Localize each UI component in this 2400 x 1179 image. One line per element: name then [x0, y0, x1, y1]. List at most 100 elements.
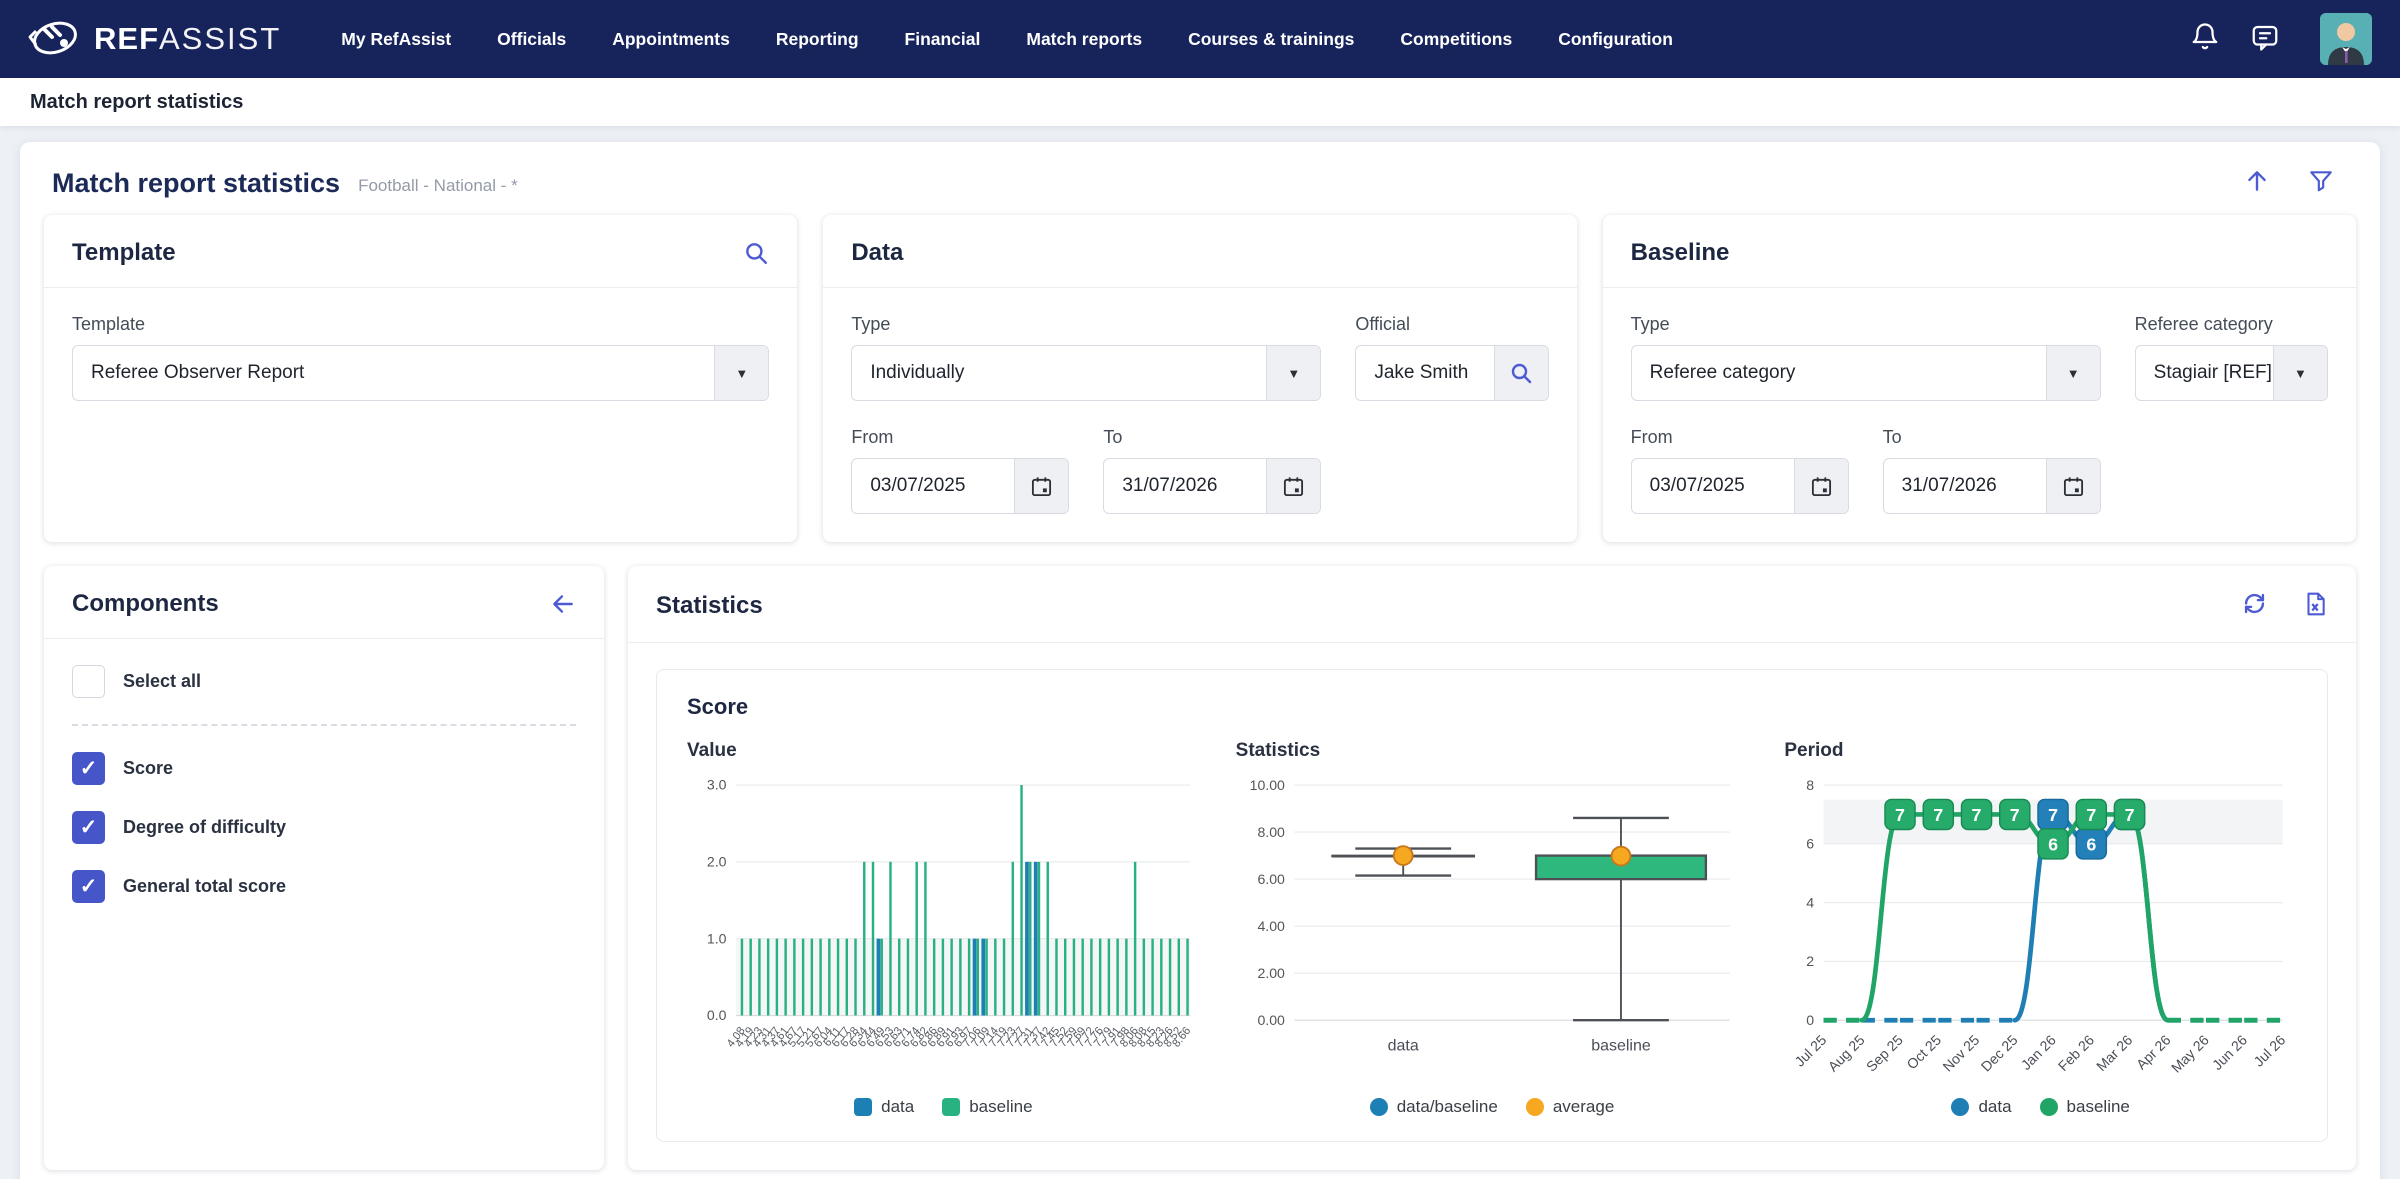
nav-item-officials[interactable]: Officials	[497, 29, 566, 50]
data-to-date[interactable]: 31/07/2026	[1103, 458, 1321, 514]
baseline-category-select[interactable]: Stagiair [REF] ▼	[2135, 345, 2328, 401]
value-chart-title: Value	[687, 740, 1200, 762]
template-field-label: Template	[72, 314, 769, 335]
components-panel-title: Components	[72, 590, 219, 618]
svg-text:4: 4	[1807, 894, 1815, 910]
search-icon[interactable]	[1494, 346, 1548, 400]
template-select[interactable]: Referee Observer Report ▼	[72, 345, 769, 401]
calendar-icon[interactable]	[1794, 459, 1848, 513]
components-panel: Components Select all ✓Score ✓Degree of d…	[44, 566, 604, 1170]
baseline-type-label: Type	[1631, 314, 2101, 335]
svg-text:7: 7	[2048, 805, 2058, 825]
baseline-from-date[interactable]: 03/07/2025	[1631, 458, 1849, 514]
svg-text:1.0: 1.0	[707, 930, 727, 946]
svg-text:Mar 26: Mar 26	[2093, 1032, 2135, 1074]
data-type-select[interactable]: Individually ▼	[851, 345, 1321, 401]
svg-text:Jan 26: Jan 26	[2018, 1032, 2059, 1073]
period-chart-title: Period	[1784, 740, 2297, 762]
legend-average: average	[1526, 1097, 1614, 1117]
data-panel: Data Type Individually ▼ Official Jake	[823, 215, 1576, 542]
checkbox-checked[interactable]: ✓	[72, 752, 105, 785]
export-excel-icon[interactable]	[2302, 591, 2328, 622]
svg-text:7: 7	[1934, 805, 1944, 825]
nav-item-my-refassist[interactable]: My RefAssist	[341, 29, 451, 50]
svg-text:Dec 25: Dec 25	[1978, 1032, 2021, 1075]
data-to-label: To	[1103, 427, 1321, 448]
svg-text:Jun 26: Jun 26	[2209, 1032, 2250, 1073]
select-all-checkbox[interactable]: Select all	[72, 665, 576, 698]
data-official-input[interactable]: Jake Smith	[1355, 345, 1548, 401]
calendar-icon[interactable]	[2046, 459, 2100, 513]
baseline-to-date[interactable]: 31/07/2026	[1883, 458, 2101, 514]
template-panel-title: Template	[72, 239, 176, 267]
nav-item-financial[interactable]: Financial	[905, 29, 981, 50]
svg-text:Aug 25: Aug 25	[1825, 1032, 1868, 1075]
nav-item-match-reports[interactable]: Match reports	[1026, 29, 1142, 50]
statistics-box-plot[interactable]: 0.002.004.006.008.0010.00databaseline	[1236, 770, 1749, 1095]
chevron-down-icon: ▼	[714, 346, 768, 400]
collapse-left-icon[interactable]	[550, 591, 576, 617]
nav-item-appointments[interactable]: Appointments	[612, 29, 730, 50]
bell-icon[interactable]	[2190, 22, 2220, 57]
legend-data: data	[854, 1097, 914, 1117]
baseline-type-select[interactable]: Referee category ▼	[1631, 345, 2101, 401]
calendar-icon[interactable]	[1266, 459, 1320, 513]
svg-text:0.00: 0.00	[1257, 1012, 1285, 1028]
filter-icon[interactable]	[2308, 168, 2334, 199]
checkbox-checked[interactable]: ✓	[72, 870, 105, 903]
legend-data-baseline: data/baseline	[1370, 1097, 1498, 1117]
component-checkbox-degree-of-difficulty[interactable]: ✓Degree of difficulty	[72, 811, 576, 844]
statistics-chart-title: Statistics	[1236, 740, 1749, 762]
refresh-icon[interactable]	[2241, 590, 2268, 622]
svg-text:0.0: 0.0	[707, 1007, 727, 1023]
svg-text:6: 6	[2048, 834, 2058, 854]
component-checkbox-general-total-score[interactable]: ✓General total score	[72, 870, 576, 903]
svg-text:7: 7	[2087, 805, 2097, 825]
statistics-chart-legend: data/baseline average	[1236, 1097, 1749, 1117]
chat-icon[interactable]	[2250, 22, 2280, 57]
data-from-date[interactable]: 03/07/2025	[851, 458, 1069, 514]
chevron-down-icon: ▼	[1266, 346, 1320, 400]
period-chart-legend: databaseline	[1784, 1097, 2297, 1117]
page-title: Match report statistics	[52, 168, 340, 199]
score-section-title: Score	[687, 694, 2297, 720]
svg-text:7: 7	[2125, 805, 2135, 825]
svg-text:Oct 25: Oct 25	[1904, 1032, 1945, 1073]
chevron-down-icon: ▼	[2273, 346, 2327, 400]
period-line-chart[interactable]: 02468Jul 25Aug 25Sep 25Oct 25Nov 25Dec 2…	[1784, 770, 2297, 1095]
brand-name: REFASSIST	[94, 21, 281, 57]
svg-text:Jul 26: Jul 26	[2251, 1032, 2289, 1070]
nav-item-configuration[interactable]: Configuration	[1558, 29, 1673, 50]
nav-item-courses-trainings[interactable]: Courses & trainings	[1188, 29, 1354, 50]
svg-text:8.00: 8.00	[1257, 824, 1285, 840]
brand-logo[interactable]: REFASSIST	[28, 17, 281, 62]
scroll-up-icon[interactable]	[2244, 168, 2270, 199]
page-subtitle: Football - National - *	[358, 176, 518, 196]
baseline-panel-title: Baseline	[1631, 239, 1730, 267]
svg-text:Feb 26: Feb 26	[2055, 1032, 2097, 1074]
value-bar-chart[interactable]: 0.01.02.03.04.084.194.234.314.374.614.67…	[687, 770, 1200, 1095]
svg-text:Apr 26: Apr 26	[2133, 1032, 2174, 1073]
statistics-chart-block: Statistics 0.002.004.006.008.0010.00data…	[1236, 740, 1749, 1117]
checkbox-unchecked[interactable]	[72, 665, 105, 698]
nav-items: My RefAssist Officials Appointments Reporti…	[341, 29, 2190, 50]
svg-text:0: 0	[1807, 1012, 1815, 1028]
period-chart-block: Period 02468Jul 25Aug 25Sep 25Oct 25Nov …	[1784, 740, 2297, 1117]
svg-text:Sep 25: Sep 25	[1863, 1032, 1906, 1075]
nav-item-reporting[interactable]: Reporting	[776, 29, 859, 50]
score-section: Score Value 0.01.02.03.04.084.194.234.31…	[656, 669, 2328, 1142]
svg-text:data: data	[1387, 1037, 1418, 1054]
user-avatar[interactable]	[2320, 13, 2372, 65]
calendar-icon[interactable]	[1014, 459, 1068, 513]
nav-item-competitions[interactable]: Competitions	[1400, 29, 1512, 50]
checkbox-checked[interactable]: ✓	[72, 811, 105, 844]
search-icon[interactable]	[743, 240, 769, 266]
svg-text:6: 6	[1807, 836, 1815, 852]
statistics-panel: Statistics	[628, 566, 2356, 1170]
component-checkbox-score[interactable]: ✓Score	[72, 752, 576, 785]
data-panel-title: Data	[851, 239, 903, 267]
svg-text:Nov 25: Nov 25	[1940, 1032, 1983, 1075]
data-type-label: Type	[851, 314, 1321, 335]
breadcrumb[interactable]: Match report statistics	[30, 91, 243, 114]
breadcrumb-bar: Match report statistics	[0, 78, 2400, 126]
